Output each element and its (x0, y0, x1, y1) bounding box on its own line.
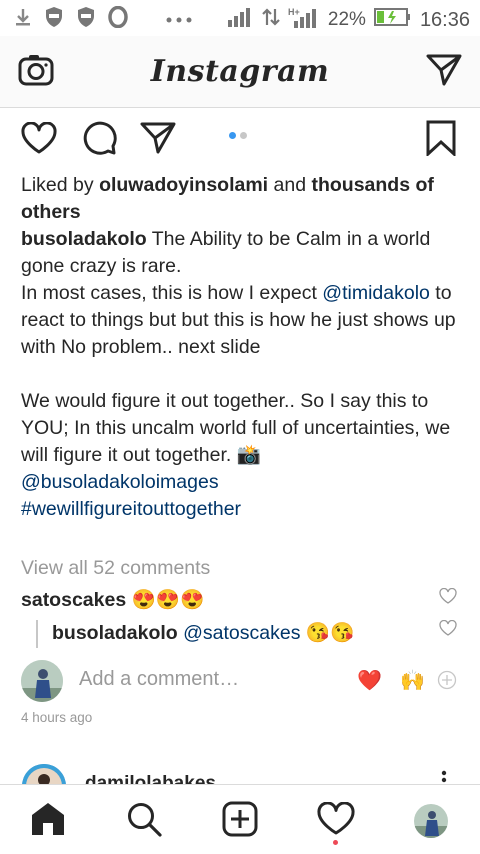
nav-home[interactable] (26, 799, 70, 843)
battery-icon (373, 7, 412, 33)
carousel-dot (240, 132, 247, 139)
caption-mention-images[interactable]: @busoladakoloimages (21, 471, 219, 493)
data-transfer-icon (262, 7, 280, 33)
home-icon (29, 801, 67, 842)
bookmark-icon (425, 120, 457, 161)
comment-reply: busoladakolo @satoscakes 😘😘 (52, 621, 354, 645)
reply-username[interactable]: busoladakolo (52, 622, 178, 644)
post-caption: busoladakolo The Ability to be Calm in a… (21, 226, 461, 523)
comment-username[interactable]: satoscakes (21, 589, 126, 611)
signal-icon (227, 7, 254, 33)
download-icon (14, 7, 32, 32)
activity-icon (317, 801, 355, 841)
reply-like-heart-icon[interactable] (439, 619, 457, 638)
save-button[interactable] (421, 120, 461, 160)
reply-thread-line (36, 620, 38, 648)
instagram-logo: Instagram (150, 54, 330, 89)
bottom-navigation (0, 784, 480, 854)
svg-text:H+: H+ (288, 7, 300, 17)
liker-username[interactable]: oluwadoyinsolami (99, 174, 268, 196)
quick-reaction-heart[interactable]: ❤️ (357, 668, 382, 693)
opera-icon (108, 5, 128, 33)
share-button[interactable] (138, 120, 178, 160)
direct-send-icon (140, 122, 176, 159)
avatar (21, 660, 63, 702)
view-all-comments[interactable]: View all 52 comments (21, 557, 210, 580)
activity-notification-dot (333, 840, 338, 845)
post-actions (0, 116, 480, 164)
carousel-dot-active (229, 132, 236, 139)
add-post-icon (222, 801, 258, 842)
search-icon (126, 801, 162, 842)
likes-summary[interactable]: Liked by oluwadoyinsolami and thousands … (21, 172, 461, 226)
add-comment-input[interactable]: Add a comment… (79, 668, 239, 691)
nav-activity[interactable] (314, 799, 358, 843)
caption-paragraph2: We would figure it out together.. So I s… (21, 390, 451, 466)
nav-new-post[interactable] (218, 799, 262, 843)
more-reactions-icon[interactable] (437, 670, 457, 695)
likes-prefix: Liked by (21, 174, 100, 196)
shield-icon-2 (76, 6, 96, 33)
signal-4g-icon: H+ (288, 6, 320, 34)
comment-icon (82, 120, 118, 161)
status-bar: H+ 22% 16:36 (0, 0, 480, 36)
comment-item: satoscakes 😍😍😍 (21, 588, 204, 612)
shield-icon (44, 6, 64, 33)
direct-messages-button[interactable] (424, 52, 464, 92)
app-header: Instagram (0, 36, 480, 108)
battery-percent: 22% (327, 9, 366, 30)
caption-hashtag[interactable]: #wewillfigureitouttogether (21, 498, 241, 520)
caption-line2: In most cases, this is how I expect (21, 282, 323, 304)
reply-mention[interactable]: @satoscakes (178, 622, 300, 644)
comment-button[interactable] (80, 120, 120, 160)
nav-profile[interactable] (409, 799, 453, 843)
direct-send-icon (426, 54, 462, 91)
caption-username[interactable]: busoladakolo (21, 228, 147, 250)
comment-text: 😍😍😍 (126, 589, 205, 611)
nav-search[interactable] (122, 799, 166, 843)
clock: 16:36 (419, 8, 470, 31)
quick-reaction-raised-hands[interactable]: 🙌 (400, 668, 425, 693)
like-button[interactable] (19, 120, 59, 160)
likes-middle: and (268, 174, 312, 196)
profile-icon (414, 804, 448, 838)
caption-mention[interactable]: @timidakolo (322, 282, 430, 304)
heart-icon (21, 120, 57, 159)
more-notifications-icon (166, 11, 192, 29)
comment-like-heart-icon[interactable] (439, 587, 457, 606)
reply-text: 😘😘 (300, 622, 355, 644)
post-timestamp: 4 hours ago (21, 710, 93, 725)
carousel-indicator (229, 132, 247, 139)
